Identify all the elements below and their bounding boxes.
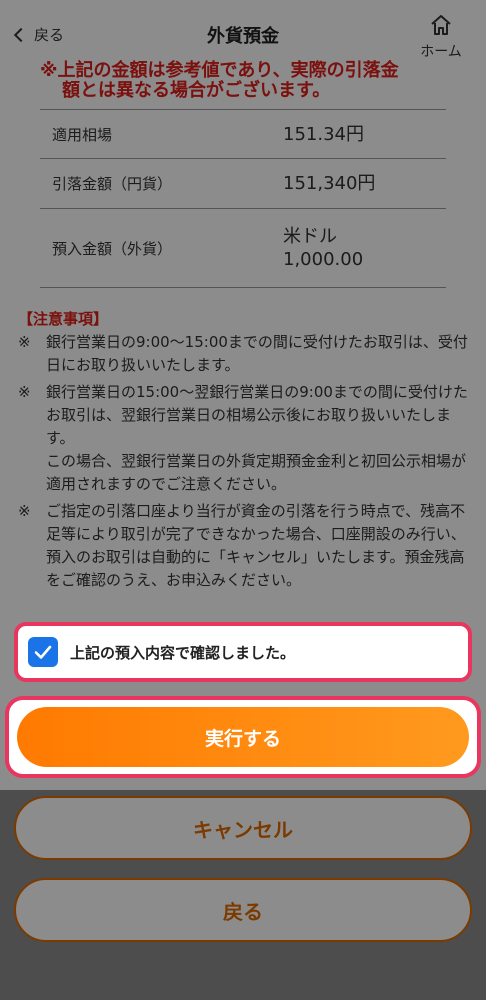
page-title: 外貨預金 <box>207 26 279 47</box>
notes-title: 【注意事項】 <box>18 310 109 328</box>
applied-rate-label: 適用相場 <box>52 125 113 144</box>
note-item: ※ ご指定の引落口座より当行が資金の引落を行う時点で、残高不足等により取引が完了… <box>18 500 478 592</box>
execute-button-highlight: 実行する <box>5 696 481 778</box>
execute-button[interactable]: 実行する <box>17 707 469 767</box>
note-mark: ※ <box>18 502 31 520</box>
applied-rate-value: 151.34円 <box>283 123 364 145</box>
table-row: 引落金額（円貨） 151,340円 <box>40 159 446 209</box>
notes-section: 【注意事項】 ※ 銀行営業日の9:00～15:00までの間に受付けたお取引は、受… <box>18 307 478 596</box>
rate-table: 適用相場 151.34円 引落金額（円貨） 151,340円 預入金額（外貨） … <box>40 109 446 288</box>
note-mark: ※ <box>18 383 31 401</box>
home-button[interactable]: ホーム <box>416 14 466 61</box>
debit-amount-label: 引落金額（円貨） <box>52 175 173 193</box>
warning-line-1: ※上記の金額は参考値であり、実際の引落金 <box>40 60 399 78</box>
table-row: 預入金額（外貨） 米ドル 1,000.00 <box>40 209 446 288</box>
note-mark: ※ <box>18 333 31 351</box>
cancel-button[interactable]: キャンセル <box>14 796 472 860</box>
warning-text: ※上記の金額は参考値であり、実際の引落金 額とは異なる場合がございます。 <box>40 58 460 104</box>
confirm-label: 上記の預入内容で確認しました。 <box>70 643 296 662</box>
table-row: 適用相場 151.34円 <box>40 110 446 159</box>
note-text: 銀行営業日の9:00～15:00までの間に受付けたお取引は、受付日にお取り扱いい… <box>46 333 468 374</box>
checkmark-icon <box>34 645 52 659</box>
note-item: ※ 銀行営業日の9:00～15:00までの間に受付けたお取引は、受付日にお取り扱… <box>18 331 478 377</box>
note-text: 銀行営業日の15:00～翌銀行営業日の9:00までの間に受付けたお取引は、翌銀行… <box>46 383 468 493</box>
deposit-amount-label: 預入金額（外貨） <box>52 239 173 258</box>
confirm-checkbox-card[interactable]: 上記の預入内容で確認しました。 <box>14 622 472 682</box>
debit-amount-value: 151,340円 <box>283 173 376 194</box>
deposit-amount-value: 米ドル 1,000.00 <box>283 226 364 270</box>
screen: 戻る 外貨預金 ホーム ※上記の金額は参考値であり、実際の引落金 額とは異なる場… <box>0 0 486 1000</box>
note-item: ※ 銀行営業日の15:00～翌銀行営業日の9:00までの間に受付けたお取引は、翌… <box>18 381 478 496</box>
warning-line-2: 額とは異なる場合がございます。 <box>62 80 331 101</box>
home-icon <box>431 15 451 35</box>
back-button[interactable]: 戻る <box>14 878 472 942</box>
confirm-checkbox[interactable] <box>28 637 58 667</box>
note-text: ご指定の引落口座より当行が資金の引落を行う時点で、残高不足等により取引が完了でき… <box>46 502 466 589</box>
